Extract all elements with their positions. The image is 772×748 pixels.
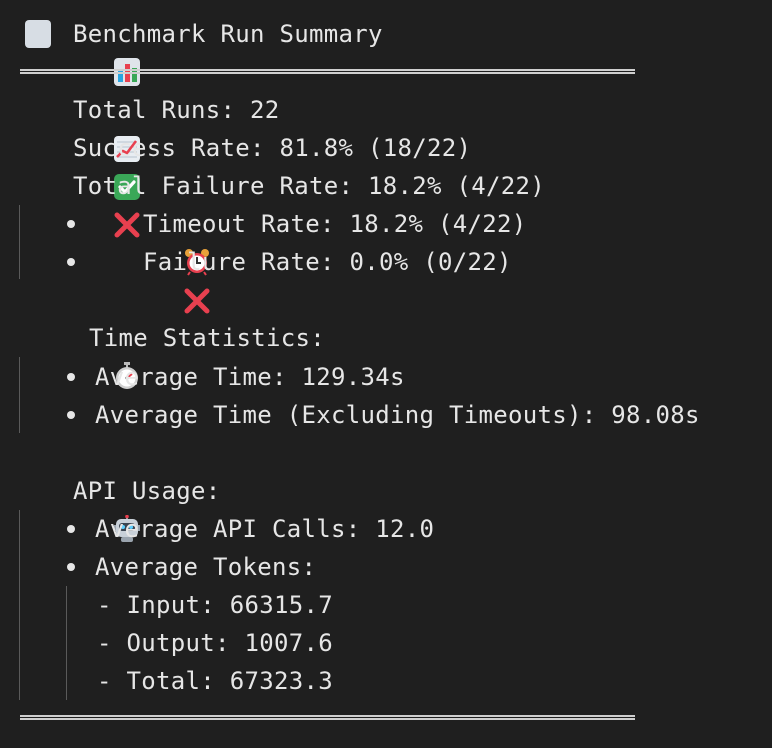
average-time-text: Average Time: 129.34s [95, 363, 405, 391]
bottom-divider [20, 715, 635, 720]
failure-rate-text: Failure Rate: 0.0% (0/22) [143, 248, 512, 276]
tokens-output-row: - Output: 1007.6 [97, 624, 333, 662]
api-usage-heading: API Usage: [73, 477, 221, 505]
tokens-group-guide [66, 586, 67, 700]
benchmark-summary-panel: Benchmark Run Summary Total Runs: 22 Suc… [0, 0, 772, 748]
bullet [67, 525, 75, 533]
alarm-clock-icon [95, 210, 209, 276]
average-time-excl-text: Average Time (Excluding Timeouts): 98.08… [95, 401, 700, 429]
time-group-guide [19, 357, 20, 433]
tokens-input-text: - Input: 66315.7 [97, 591, 333, 619]
success-rate-text: Success Rate: 81.8% (18/22) [73, 134, 472, 162]
summary-title-row: Benchmark Run Summary [25, 15, 383, 86]
success-rate-row: Success Rate: 81.8% (18/22) [25, 129, 472, 200]
time-stats-heading: Time Statistics: [89, 324, 325, 352]
failure-rate-row: Failure Rate: 0.0% (0/22) [67, 243, 512, 314]
average-time-excl-row: Average Time (Excluding Timeouts): 98.08… [67, 396, 700, 434]
bullet [67, 563, 75, 571]
robot-icon [25, 477, 140, 542]
bar-chart-icon [25, 20, 140, 86]
total-failure-row: Total Failure Rate: 18.2% (4/22) [25, 167, 545, 238]
page-title: Benchmark Run Summary [73, 20, 383, 48]
failure-group-guide [19, 205, 20, 279]
timeout-rate-text: Timeout Rate: 18.2% (4/22) [143, 210, 527, 238]
total-failure-text: Total Failure Rate: 18.2% (4/22) [73, 172, 545, 200]
total-runs-row: Total Runs: 22 [25, 91, 280, 162]
average-api-calls-row: Average API Calls: 12.0 [67, 510, 434, 548]
cross-mark-icon [95, 249, 209, 314]
timeout-rate-row: Timeout Rate: 18.2% (4/22) [67, 205, 527, 276]
average-time-row: Average Time: 129.34s [67, 358, 405, 396]
stopwatch-icon [25, 324, 138, 389]
top-divider [20, 69, 635, 74]
tokens-total-row: - Total: 67323.3 [97, 662, 333, 700]
average-tokens-text: Average Tokens: [95, 553, 317, 581]
bullet [67, 411, 75, 419]
tokens-total-text: - Total: 67323.3 [97, 667, 333, 695]
api-usage-heading-row: API Usage: [25, 472, 221, 542]
bullet [67, 373, 75, 381]
total-runs-text: Total Runs: 22 [73, 96, 280, 124]
bullet [67, 220, 75, 228]
average-tokens-row: Average Tokens: [67, 548, 316, 586]
chart-increasing-icon [25, 97, 140, 162]
bullet [67, 258, 75, 266]
average-api-calls-text: Average API Calls: 12.0 [95, 515, 435, 543]
api-group-guide [19, 510, 20, 700]
time-stats-heading-row: Time Statistics: [25, 319, 325, 389]
cross-mark-icon [25, 173, 139, 238]
check-mark-icon [25, 135, 140, 200]
tokens-output-text: - Output: 1007.6 [97, 629, 333, 657]
tokens-input-row: - Input: 66315.7 [97, 586, 333, 624]
